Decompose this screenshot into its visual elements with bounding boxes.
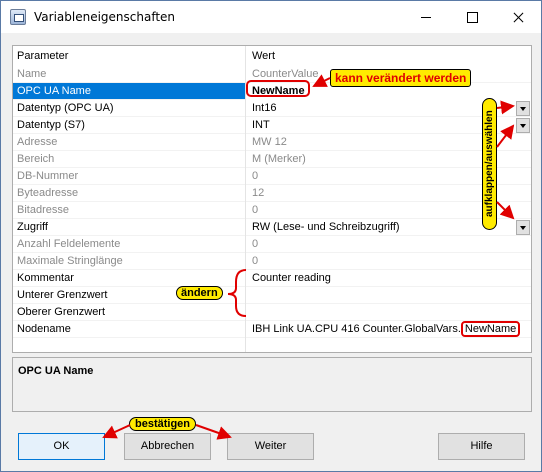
grid-header: Parameter Wert [13, 46, 531, 66]
param-label: Datentyp (S7) [17, 119, 85, 131]
description-title: OPC UA Name [18, 365, 94, 377]
param-label: Kommentar [17, 272, 74, 284]
param-label: Name [17, 68, 47, 80]
row-access[interactable]: Zugriff RW (Lese- und Schreibzugriff) [13, 219, 531, 236]
row-area[interactable]: Bereich M (Merker) [13, 151, 531, 168]
dropdown-arrow-icon[interactable] [516, 118, 530, 133]
param-value: CounterValue [252, 68, 319, 80]
callout-confirm: bestätigen [129, 417, 197, 431]
param-value[interactable]: Counter reading [252, 272, 331, 284]
app-icon [10, 9, 26, 25]
param-value[interactable]: RW (Lese- und Schreibzugriff) [252, 221, 400, 233]
close-icon[interactable] [495, 1, 541, 33]
window-title: Variableneigenschaften [34, 10, 176, 24]
row-db-number[interactable]: DB-Nummer 0 [13, 168, 531, 185]
param-label: Datentyp (OPC UA) [17, 102, 114, 114]
param-label: OPC UA Name [17, 85, 91, 97]
param-value: MW 12 [252, 136, 287, 148]
row-upper-limit[interactable]: Oberer Grenzwert [13, 304, 531, 321]
param-label: Bitadresse [17, 204, 69, 216]
param-label: Bereich [17, 153, 55, 165]
row-array-elements[interactable]: Anzahl Feldelemente 0 [13, 236, 531, 253]
param-value: M (Merker) [252, 153, 306, 165]
row-datatype-opcua[interactable]: Datentyp (OPC UA) Int16 [13, 100, 531, 117]
row-byte-address[interactable]: Byteadresse 12 [13, 185, 531, 202]
param-value: IBH Link UA.CPU 416 Counter.GlobalVars. N… [252, 321, 521, 337]
param-label: Unterer Grenzwert [17, 289, 108, 301]
row-max-string-length[interactable]: Maximale Stringlänge 0 [13, 253, 531, 270]
row-datatype-s7[interactable]: Datentyp (S7) INT [13, 117, 531, 134]
param-label: Zugriff [17, 221, 48, 233]
row-address[interactable]: Adresse MW 12 [13, 134, 531, 151]
row-comment[interactable]: Kommentar Counter reading [13, 270, 531, 287]
param-label: Oberer Grenzwert [17, 306, 106, 318]
param-label: Byteadresse [17, 187, 79, 199]
param-value: 12 [252, 187, 265, 199]
param-label: Nodename [17, 323, 71, 335]
param-value[interactable]: INT [252, 119, 270, 131]
param-label: Maximale Stringlänge [17, 255, 123, 267]
column-header-value: Wert [252, 50, 276, 62]
minimize-icon[interactable] [403, 1, 449, 33]
callout-change: ändern [176, 286, 223, 300]
title-bar[interactable]: Variableneigenschaften [1, 1, 541, 33]
param-label: Adresse [17, 136, 58, 148]
next-button[interactable]: Weiter [227, 433, 314, 460]
row-bit-address[interactable]: Bitadresse 0 [13, 202, 531, 219]
help-button[interactable]: Hilfe [438, 433, 525, 460]
param-value: 0 [252, 170, 259, 182]
dropdown-arrow-icon[interactable] [516, 101, 530, 116]
description-panel: OPC UA Name [12, 357, 532, 412]
callout-expand-select: aufklappen/auswählen [482, 98, 497, 230]
maximize-icon[interactable] [449, 1, 495, 33]
nodename-prefix: IBH Link UA.CPU 416 Counter.GlobalVars. [252, 323, 461, 335]
ok-button[interactable]: OK [18, 433, 105, 460]
param-label: Anzahl Feldelemente [17, 238, 121, 250]
dropdown-arrow-icon[interactable] [516, 220, 530, 235]
highlight-box [246, 80, 310, 97]
column-header-parameter: Parameter [17, 50, 69, 62]
row-lower-limit[interactable]: Unterer Grenzwert [13, 287, 531, 304]
row-nodename[interactable]: Nodename IBH Link UA.CPU 416 Counter.Glo… [13, 321, 531, 338]
param-value: 0 [252, 255, 259, 267]
nodename-highlight: NewName [460, 321, 521, 337]
param-label: DB-Nummer [17, 170, 79, 182]
param-value: 0 [252, 204, 259, 216]
param-value[interactable]: Int16 [252, 102, 276, 114]
param-value: 0 [252, 238, 259, 250]
callout-changeable: kann verändert werden [330, 69, 472, 87]
cancel-button[interactable]: Abbrechen [124, 433, 211, 460]
